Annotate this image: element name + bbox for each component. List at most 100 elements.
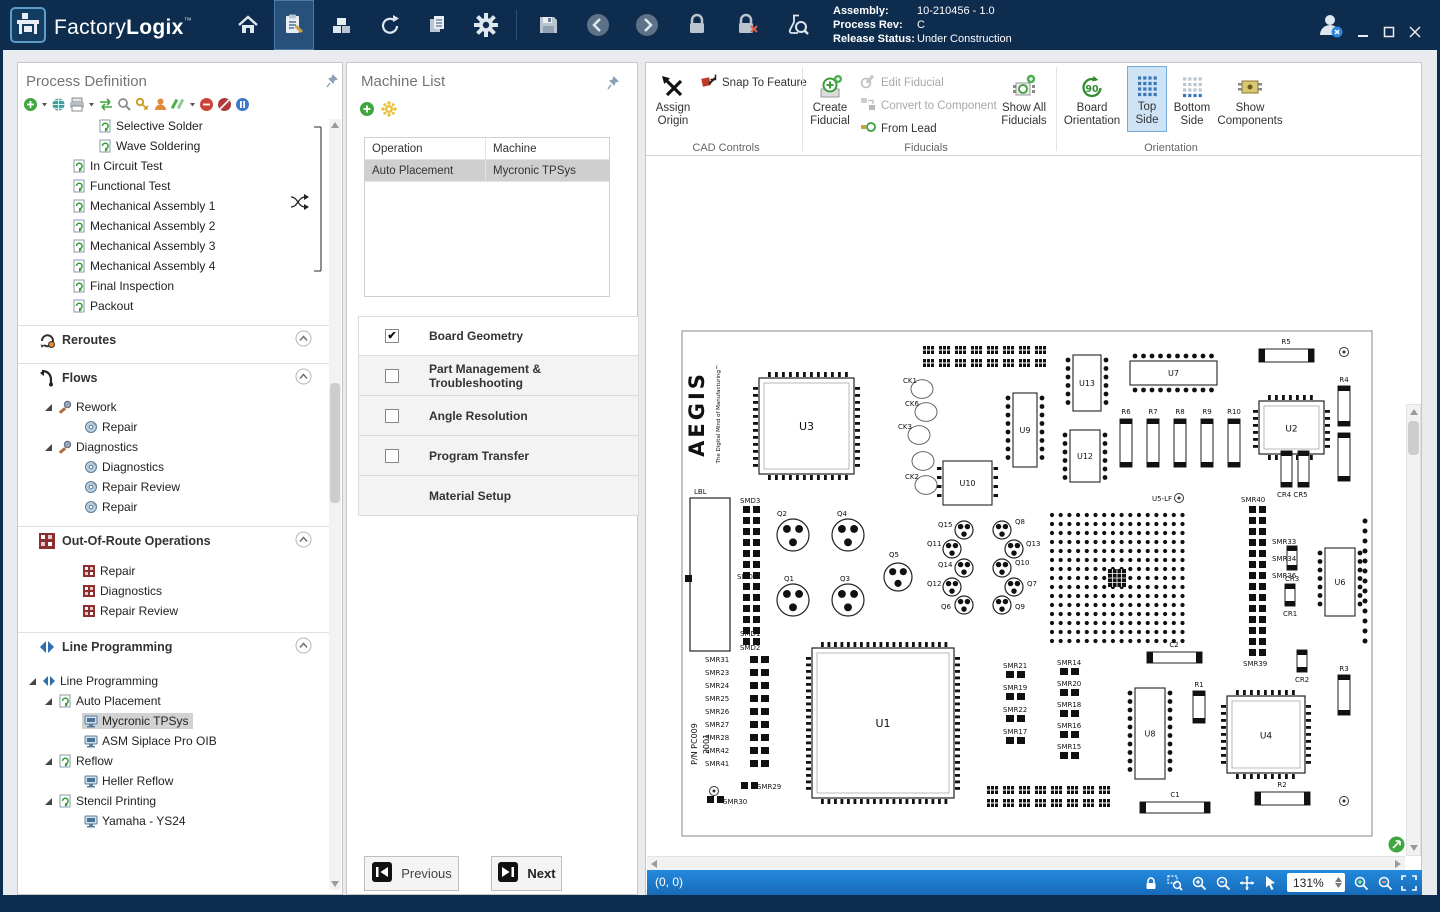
swap-operations-icon[interactable]: [98, 97, 114, 112]
tree-item-repair[interactable]: Repair: [18, 497, 328, 517]
step-checkbox[interactable]: [385, 369, 399, 383]
edit-fiducial-button[interactable]: Edit Fiducial: [860, 73, 944, 92]
tree-item-packout[interactable]: Packout: [18, 296, 328, 316]
bottom-side-button[interactable]: Bottom Side: [1170, 67, 1214, 128]
create-fiducial-button[interactable]: Create Fiducial: [806, 67, 854, 128]
step-part-management-troubleshooting[interactable]: Part Management & Troubleshooting: [358, 356, 639, 396]
template-icon[interactable]: [153, 97, 168, 112]
tree-item-asm-siplace-pro-oib[interactable]: ASM Siplace Pro OIB: [18, 731, 328, 751]
tree-item-rework[interactable]: Rework: [18, 397, 328, 417]
table-header-machine[interactable]: Machine: [486, 138, 609, 160]
tree-item-repair[interactable]: Repair: [18, 417, 328, 437]
show-all-fiducials-button[interactable]: Show All Fiducials: [998, 67, 1050, 128]
disable-operation-icon[interactable]: [217, 97, 232, 112]
pcb-drawing[interactable]: AEGISThe Digital Mind of Manufacturing™P…: [647, 156, 1406, 856]
print-icon[interactable]: [69, 97, 85, 112]
step-material-setup[interactable]: Material Setup: [358, 476, 639, 516]
expander-icon[interactable]: [26, 677, 38, 686]
tree-item-diagnostics[interactable]: Diagnostics: [18, 457, 328, 477]
scroll-up-icon[interactable]: [329, 119, 341, 131]
tree-item-reflow[interactable]: Reflow: [18, 751, 328, 771]
step-checkbox[interactable]: [385, 409, 399, 423]
key-icon[interactable]: [135, 97, 150, 112]
table-cell-auto-placement[interactable]: Auto Placement: [365, 160, 486, 181]
save-button[interactable]: [528, 0, 568, 50]
forward-button[interactable]: [627, 0, 667, 50]
collapse-flows-icon[interactable]: [295, 368, 312, 390]
expander-icon[interactable]: [42, 757, 54, 766]
cad-canvas[interactable]: AEGISThe Digital Mind of Manufacturing™P…: [647, 156, 1406, 856]
tree-item-line-programming[interactable]: Line Programming: [18, 671, 328, 691]
zoom-in-icon[interactable]: [1191, 875, 1207, 891]
pin-icon[interactable]: [326, 73, 339, 93]
tree-item-diagnostics[interactable]: Diagnostics: [18, 581, 328, 601]
scroll-right-icon[interactable]: [1391, 857, 1405, 870]
table-header-operation[interactable]: Operation: [365, 138, 486, 159]
materials-button[interactable]: [322, 0, 362, 50]
tree-item-heller-reflow[interactable]: Heller Reflow: [18, 771, 328, 791]
scroll-up-icon[interactable]: [1407, 405, 1420, 419]
user-button[interactable]: [1310, 0, 1350, 50]
search-icon[interactable]: [117, 97, 132, 112]
dropdown-caret-icon[interactable]: [41, 97, 48, 112]
fit-view-button[interactable]: [1388, 836, 1405, 858]
top-side-button[interactable]: Top Side: [1127, 66, 1167, 132]
expand-view-icon[interactable]: [1401, 875, 1417, 891]
left-panel-scrollbar[interactable]: [329, 119, 341, 890]
back-button[interactable]: [578, 0, 618, 50]
show-components-button[interactable]: Show Components: [1218, 67, 1282, 128]
from-lead-button[interactable]: From Lead: [860, 119, 937, 138]
sync-button[interactable]: [370, 0, 410, 50]
horizontal-scrollbar[interactable]: [647, 856, 1405, 870]
link-icon[interactable]: [51, 97, 66, 112]
tree-item-stencil-printing[interactable]: Stencil Printing: [18, 791, 328, 811]
expander-icon[interactable]: [42, 443, 54, 452]
tree-item-auto-placement[interactable]: Auto Placement: [18, 691, 328, 711]
collapse-out-of-route-icon[interactable]: [295, 531, 312, 553]
tree-item-selective-solder[interactable]: Selective Solder: [18, 116, 328, 136]
tree-item-functional-test[interactable]: Functional Test: [18, 176, 328, 196]
lock-button[interactable]: [677, 0, 717, 50]
tree-item-in-circuit-test[interactable]: In Circuit Test: [18, 156, 328, 176]
zoom-decrease-icon[interactable]: [1377, 875, 1393, 891]
machine-table-row[interactable]: Auto PlacementMycronic TPSys: [365, 160, 609, 182]
collapse-line-programming-icon[interactable]: [295, 637, 312, 659]
add-operation-icon[interactable]: [23, 97, 38, 112]
pin-icon[interactable]: [607, 75, 620, 95]
edit-steps-icon[interactable]: [171, 97, 186, 112]
section-out-of-route[interactable]: Out-Of-Route Operations: [18, 526, 330, 554]
pan-icon[interactable]: [1239, 875, 1255, 891]
scroll-left-icon[interactable]: [647, 857, 661, 870]
tree-item-mycronic-tpsys[interactable]: Mycronic TPSys: [18, 711, 328, 731]
zoom-stepper[interactable]: [1335, 877, 1342, 888]
expander-icon[interactable]: [42, 697, 54, 706]
expander-icon[interactable]: [42, 797, 54, 806]
step-angle-resolution[interactable]: Angle Resolution: [358, 396, 639, 436]
step-checkbox[interactable]: ✔: [385, 329, 399, 343]
next-button[interactable]: Next: [491, 856, 562, 891]
minimize-button[interactable]: [1352, 22, 1374, 42]
tree-item-diagnostics[interactable]: Diagnostics: [18, 437, 328, 457]
documents-button[interactable]: [418, 0, 458, 50]
board-orientation-button[interactable]: 90 Board Orientation: [1062, 67, 1122, 128]
tree-item-wave-soldering[interactable]: Wave Soldering: [18, 136, 328, 156]
tree-item-mechanical-assembly-2[interactable]: Mechanical Assembly 2: [18, 216, 328, 236]
collapse-reroutes-icon[interactable]: [295, 330, 312, 352]
section-line-programming[interactable]: Line Programming: [18, 632, 330, 660]
dropdown-caret-icon[interactable]: [88, 97, 95, 112]
zoom-out-icon[interactable]: [1215, 875, 1231, 891]
settings-button[interactable]: [466, 0, 506, 50]
process-definition-button[interactable]: [274, 0, 314, 50]
zoom-window-icon[interactable]: [1167, 875, 1183, 891]
tree-item-mechanical-assembly-3[interactable]: Mechanical Assembly 3: [18, 236, 328, 256]
scroll-down-icon[interactable]: [329, 878, 341, 890]
zoom-input[interactable]: 131%: [1287, 873, 1345, 892]
tree-item-mechanical-assembly-4[interactable]: Mechanical Assembly 4: [18, 256, 328, 276]
dropdown-caret-icon[interactable]: [189, 97, 196, 112]
unlock-button[interactable]: [727, 0, 767, 50]
expander-icon[interactable]: [42, 403, 54, 412]
previous-button[interactable]: Previous: [364, 856, 459, 891]
add-machine-icon[interactable]: [359, 101, 375, 117]
tree-item-yamaha-ys24[interactable]: Yamaha - YS24: [18, 811, 328, 831]
machine-settings-icon[interactable]: [381, 101, 397, 117]
